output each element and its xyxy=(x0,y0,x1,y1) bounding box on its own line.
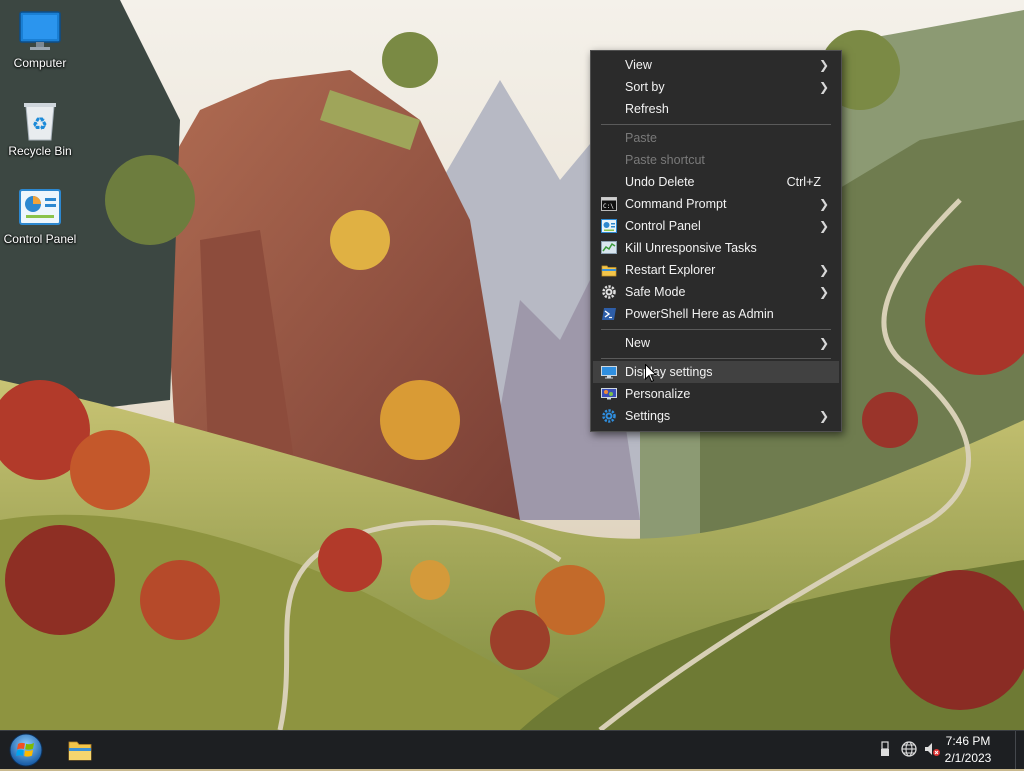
svg-text:C:\: C:\ xyxy=(603,203,614,210)
menu-separator xyxy=(601,358,831,359)
menu-item-command-prompt[interactable]: C:\ Command Prompt ❯ xyxy=(593,193,839,215)
menu-item-label: View xyxy=(625,58,652,72)
folder-icon xyxy=(601,262,617,278)
desktop-icon-control-panel[interactable]: Control Panel xyxy=(0,186,80,246)
desktop-icon-label: Recycle Bin xyxy=(8,144,72,158)
menu-item-label: PowerShell Here as Admin xyxy=(625,307,774,321)
task-manager-icon xyxy=(601,240,617,256)
menu-item-label: Refresh xyxy=(625,102,669,116)
personalize-icon xyxy=(601,386,617,402)
svg-text:♻: ♻ xyxy=(32,114,48,135)
control-panel-icon xyxy=(18,186,62,230)
menu-item-control-panel[interactable]: Control Panel ❯ xyxy=(593,215,839,237)
chevron-right-icon: ❯ xyxy=(818,336,829,350)
menu-item-paste[interactable]: Paste xyxy=(593,127,839,149)
recycle-bin-icon: ♻ xyxy=(18,98,62,142)
menu-item-label: Safe Mode xyxy=(625,285,686,299)
menu-item-personalize[interactable]: Personalize xyxy=(593,383,839,405)
chevron-right-icon: ❯ xyxy=(818,80,829,94)
usb-icon[interactable] xyxy=(876,740,894,758)
menu-item-label: Personalize xyxy=(625,387,691,401)
menu-item-label: Command Prompt xyxy=(625,197,727,211)
chevron-right-icon: ❯ xyxy=(818,285,829,299)
chevron-right-icon: ❯ xyxy=(818,219,829,233)
taskbar-file-explorer[interactable] xyxy=(64,735,96,765)
menu-item-label: Control Panel xyxy=(625,219,701,233)
control-panel-icon xyxy=(601,218,617,234)
chevron-right-icon: ❯ xyxy=(818,409,829,423)
menu-separator xyxy=(601,124,831,125)
menu-item-label: Paste xyxy=(625,131,657,145)
computer-icon xyxy=(18,10,62,54)
menu-item-undo-delete[interactable]: Undo Delete Ctrl+Z xyxy=(593,171,839,193)
command-prompt-icon: C:\ xyxy=(601,196,617,212)
menu-item-new[interactable]: New ❯ xyxy=(593,332,839,354)
menu-item-label: Sort by xyxy=(625,80,665,94)
powershell-icon xyxy=(601,306,617,322)
show-desktop-button[interactable] xyxy=(1015,731,1024,769)
menu-item-sort-by[interactable]: Sort by ❯ xyxy=(593,76,839,98)
menu-separator xyxy=(601,329,831,330)
clock-time: 7:46 PM xyxy=(945,734,991,748)
menu-item-restart-explorer[interactable]: Restart Explorer ❯ xyxy=(593,259,839,281)
menu-item-label: Restart Explorer xyxy=(625,263,716,277)
desktop-context-menu: View ❯ Sort by ❯ Refresh Paste Paste sho… xyxy=(590,50,842,432)
clock-date: 2/1/2023 xyxy=(944,751,992,765)
menu-item-powershell-admin[interactable]: PowerShell Here as Admin xyxy=(593,303,839,325)
start-button[interactable] xyxy=(8,732,44,768)
menu-item-label: Undo Delete xyxy=(625,175,695,189)
file-explorer-icon xyxy=(68,741,92,761)
desktop-icon-label: Control Panel xyxy=(3,232,77,246)
menu-item-view[interactable]: View ❯ xyxy=(593,54,839,76)
network-globe-icon[interactable] xyxy=(900,740,918,758)
menu-item-safe-mode[interactable]: Safe Mode ❯ xyxy=(593,281,839,303)
menu-item-kill-unresponsive-tasks[interactable]: Kill Unresponsive Tasks xyxy=(593,237,839,259)
desktop-wallpaper xyxy=(0,0,1024,730)
windows-logo-icon xyxy=(9,733,43,767)
menu-item-label: Display settings xyxy=(625,365,713,379)
menu-item-refresh[interactable]: Refresh xyxy=(593,98,839,120)
desktop-icon-recycle-bin[interactable]: ♻ Recycle Bin xyxy=(0,98,80,158)
menu-item-settings[interactable]: Settings ❯ xyxy=(593,405,839,427)
taskbar-clock[interactable]: 7:46 PM 2/1/2023 xyxy=(938,733,998,767)
gear-icon xyxy=(601,284,617,300)
chevron-right-icon: ❯ xyxy=(818,197,829,211)
settings-gear-icon xyxy=(601,408,617,424)
chevron-right-icon: ❯ xyxy=(818,58,829,72)
menu-item-label: Paste shortcut xyxy=(625,153,705,167)
menu-item-paste-shortcut[interactable]: Paste shortcut xyxy=(593,149,839,171)
display-icon xyxy=(601,364,617,380)
menu-item-label: Settings xyxy=(625,409,671,423)
shortcut-hint: Ctrl+Z xyxy=(786,175,821,189)
chevron-right-icon: ❯ xyxy=(818,263,829,277)
menu-item-label: Kill Unresponsive Tasks xyxy=(625,241,757,255)
mouse-cursor-icon xyxy=(645,363,658,383)
menu-item-display-settings[interactable]: Display settings xyxy=(593,361,839,383)
desktop-icon-computer[interactable]: Computer xyxy=(0,10,80,70)
desktop-icon-label: Computer xyxy=(13,56,67,70)
taskbar: 7:46 PM 2/1/2023 xyxy=(0,730,1024,769)
menu-item-label: New xyxy=(625,336,651,350)
